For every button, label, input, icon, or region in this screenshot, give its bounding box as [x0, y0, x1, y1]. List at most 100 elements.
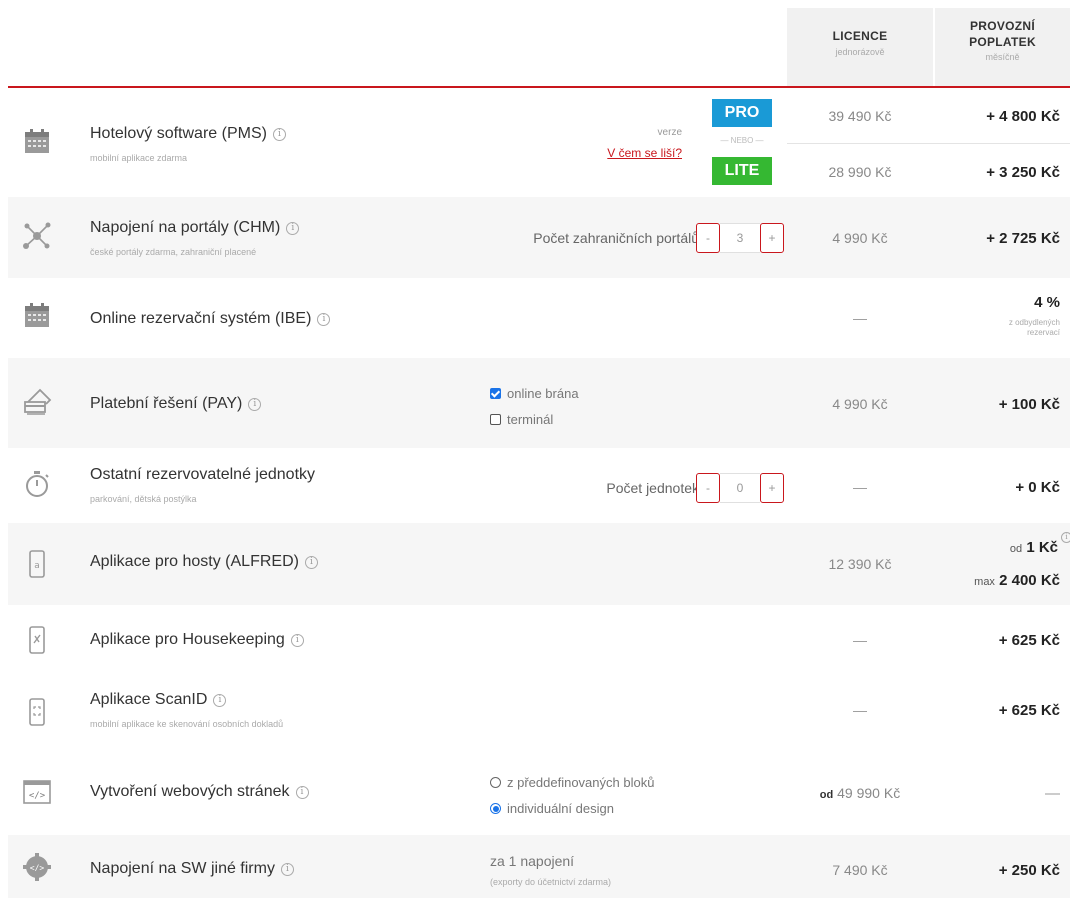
row-title: Vytvoření webových stránek i — [90, 783, 309, 801]
unit-count-stepper: - 0 + — [696, 473, 784, 503]
info-icon[interactable]: i — [290, 634, 304, 647]
fee-header-title-line1: PROVOZNÍ — [969, 19, 1036, 33]
calendar-icon — [22, 126, 52, 156]
row-title: Ostatní rezervovatelné jednotky — [90, 466, 316, 483]
pro-version-badge[interactable]: PRO — [712, 99, 772, 127]
terminal-checkbox[interactable]: terminál — [490, 412, 553, 427]
fee-price: + 625 Kč — [998, 632, 1060, 649]
row-subtitle: české portály zdarma, zahraniční placené — [90, 247, 257, 257]
calendar-icon — [22, 300, 52, 330]
pms-inner-divider — [787, 143, 1070, 144]
stepper-value[interactable]: 3 — [720, 223, 760, 253]
stopwatch-icon — [22, 469, 52, 499]
fee-price: + 100 Kč — [998, 396, 1060, 413]
radio-unchecked-icon[interactable] — [490, 777, 501, 788]
fee-note: z odbydlených rezervací — [1008, 318, 1060, 337]
network-icon — [22, 221, 52, 251]
increment-button[interactable]: + — [760, 223, 784, 253]
licence-price: 4 990 Kč — [832, 396, 888, 412]
row-housekeeping: Aplikace pro Housekeeping i — + 625 Kč — [8, 605, 1070, 675]
fee-header-sub: měsíčně — [985, 52, 1020, 62]
row-ibe: Online rezervační systém (IBE) i — 4 % z … — [8, 278, 1070, 358]
licence-price: 4 990 Kč — [832, 230, 888, 246]
row-title: Aplikace pro hosty (ALFRED) i — [90, 553, 318, 571]
row-title: Napojení na portály (CHM) i — [90, 219, 300, 237]
svg-text:</>: </> — [30, 864, 45, 873]
row-title: Online rezervační systém (IBE) i — [90, 310, 331, 328]
row-sw: </> Napojení na SW jiné firmy i za 1 napo… — [8, 835, 1070, 898]
fee-info-icon[interactable]: i — [1061, 532, 1070, 543]
fee-header-title-line2: POPLATEK — [969, 35, 1036, 49]
licence-price: — — [853, 632, 867, 648]
payment-card-icon — [22, 386, 52, 416]
svg-text:a: a — [34, 561, 40, 571]
licence-price: — — [853, 702, 867, 718]
row-title: Aplikace pro Housekeeping i — [90, 631, 304, 649]
licence-column-header: LICENCE jednorázově — [787, 8, 933, 86]
row-chm: Napojení na portály (CHM) i české portály… — [8, 197, 1070, 278]
info-icon[interactable]: i — [272, 128, 286, 141]
fee-price: + 2 725 Kč — [986, 230, 1060, 247]
lite-licence-price: 28 990 Kč — [828, 164, 892, 180]
row-title: Platební řešení (PAY) i — [90, 395, 262, 413]
predefined-blocks-radio[interactable]: z předdefinovaných bloků — [490, 775, 654, 790]
row-alfred: a Aplikace pro hosty (ALFRED) i 12 390 Kč… — [8, 523, 1070, 605]
row-subtitle: mobilní aplikace zdarma — [90, 153, 188, 163]
row-title: Hotelový software (PMS) i — [90, 125, 286, 143]
online-gateway-checkbox[interactable]: online brána — [490, 386, 579, 401]
info-icon[interactable]: i — [280, 863, 294, 876]
fee-price: + 250 Kč — [998, 862, 1060, 879]
fee-price: — — [1045, 785, 1060, 802]
row-subtitle: parkování, dětská postýlka — [90, 494, 197, 504]
stepper-label: Počet zahraničních portálů — [533, 230, 699, 246]
custom-design-radio[interactable]: individuální design — [490, 801, 614, 816]
row-units: Ostatní rezervovatelné jednotky parkován… — [8, 448, 1070, 523]
row-pms: Hotelový software (PMS) i mobilní aplikac… — [8, 89, 1070, 197]
lite-fee-price: + 3 250 Kč — [986, 164, 1060, 181]
stepper-label: Počet jednotek — [606, 480, 699, 496]
decrement-button[interactable]: - — [696, 473, 720, 503]
or-separator: — NEBO — — [720, 136, 764, 145]
row-title: Napojení na SW jiné firmy i — [90, 860, 294, 878]
smartphone-icon — [22, 625, 52, 655]
licence-price: od 49 990 Kč — [819, 785, 901, 801]
pro-fee-price: + 4 800 Kč — [986, 108, 1060, 125]
row-pay: Platební řešení (PAY) i online brána term… — [8, 358, 1070, 448]
smartphone-icon — [22, 697, 52, 727]
checkbox-checked-icon[interactable] — [490, 388, 501, 399]
increment-button[interactable]: + — [760, 473, 784, 503]
decrement-button[interactable]: - — [696, 223, 720, 253]
row-web: </> Vytvoření webových stránek i z předde… — [8, 753, 1070, 835]
stepper-value[interactable]: 0 — [720, 473, 760, 503]
info-icon[interactable]: i — [317, 313, 331, 326]
fee-header-title: PROVOZNÍ POPLATEK — [935, 18, 1070, 50]
info-icon[interactable]: i — [286, 222, 300, 235]
row-subtitle: mobilní aplikace ke skenování osobních d… — [90, 719, 284, 729]
row-title: Aplikace ScanID i — [90, 691, 227, 709]
licence-header-sub: jednorázově — [835, 47, 885, 57]
radio-checked-icon[interactable] — [490, 803, 501, 814]
diff-link[interactable]: V čem se liší? — [568, 146, 682, 160]
row-scanid: Aplikace ScanID i mobilní aplikace ke ske… — [8, 675, 1070, 753]
licence-price: — — [853, 310, 867, 326]
fee-column-header: PROVOZNÍ POPLATEK měsíčně — [935, 8, 1070, 86]
header-divider — [8, 86, 1070, 88]
fee-price: + 625 Kč — [998, 702, 1060, 719]
info-icon[interactable]: i — [304, 556, 318, 569]
connection-subnote: (exporty do účetnictví zdarma) — [490, 877, 612, 887]
smartphone-icon: a — [22, 549, 52, 579]
fee-from-price: od 1 Kč — [1009, 539, 1058, 556]
code-window-icon: </> — [22, 777, 52, 807]
licence-price: 12 390 Kč — [828, 556, 892, 572]
checkbox-unchecked-icon[interactable] — [490, 414, 501, 425]
licence-header-title: LICENCE — [832, 29, 888, 43]
lite-version-badge[interactable]: LITE — [712, 157, 772, 185]
portal-count-stepper: - 3 + — [696, 223, 784, 253]
info-icon[interactable]: i — [295, 786, 309, 799]
info-icon[interactable]: i — [213, 694, 227, 707]
version-label: verze — [657, 127, 682, 138]
fee-price: + 0 Kč — [1015, 479, 1060, 496]
info-icon[interactable]: i — [248, 398, 262, 411]
connection-note: za 1 napojení — [490, 853, 575, 869]
svg-text:</>: </> — [29, 791, 46, 801]
